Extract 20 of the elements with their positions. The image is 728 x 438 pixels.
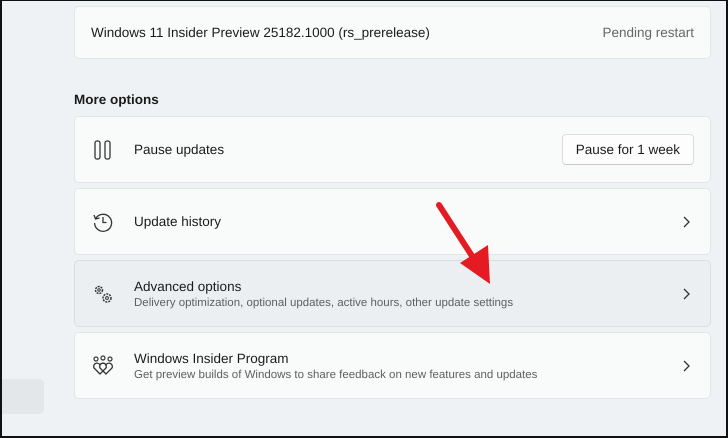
history-icon — [92, 210, 114, 232]
section-title: More options — [74, 92, 160, 107]
option-description: Delivery optimization, optional updates, active hours, other update settings — [134, 296, 514, 308]
chevron-right-icon — [682, 216, 690, 228]
version-status: Pending restart — [602, 25, 694, 40]
option-card[interactable]: Pause updates Pause for 1 week — [74, 116, 711, 183]
option-description: Get preview builds of Windows to share feedback on new features and updates — [134, 368, 538, 380]
option-title: Update history — [134, 214, 222, 229]
option-title: Pause updates — [134, 142, 226, 157]
option-card[interactable]: Update history — [74, 188, 711, 255]
pause-button[interactable]: Pause for 1 week — [562, 134, 694, 165]
option-card[interactable]: Windows Insider Program Get preview builds of Windows to share feedback on new features and updates — [74, 332, 711, 399]
chevron-right-icon — [682, 288, 690, 300]
chevron-right-icon — [682, 360, 690, 372]
option-title: Advanced options — [134, 278, 242, 294]
option-title: Windows Insider Program — [134, 350, 290, 366]
sidebar-item[interactable] — [2, 379, 44, 414]
people-heart-icon — [92, 354, 114, 376]
version-title: Windows 11 Insider Preview 25182.1000 (rs_prerelease) — [91, 25, 430, 40]
option-card[interactable]: Advanced options Delivery optimization, optional updates, active hours, other update settings — [74, 260, 711, 327]
